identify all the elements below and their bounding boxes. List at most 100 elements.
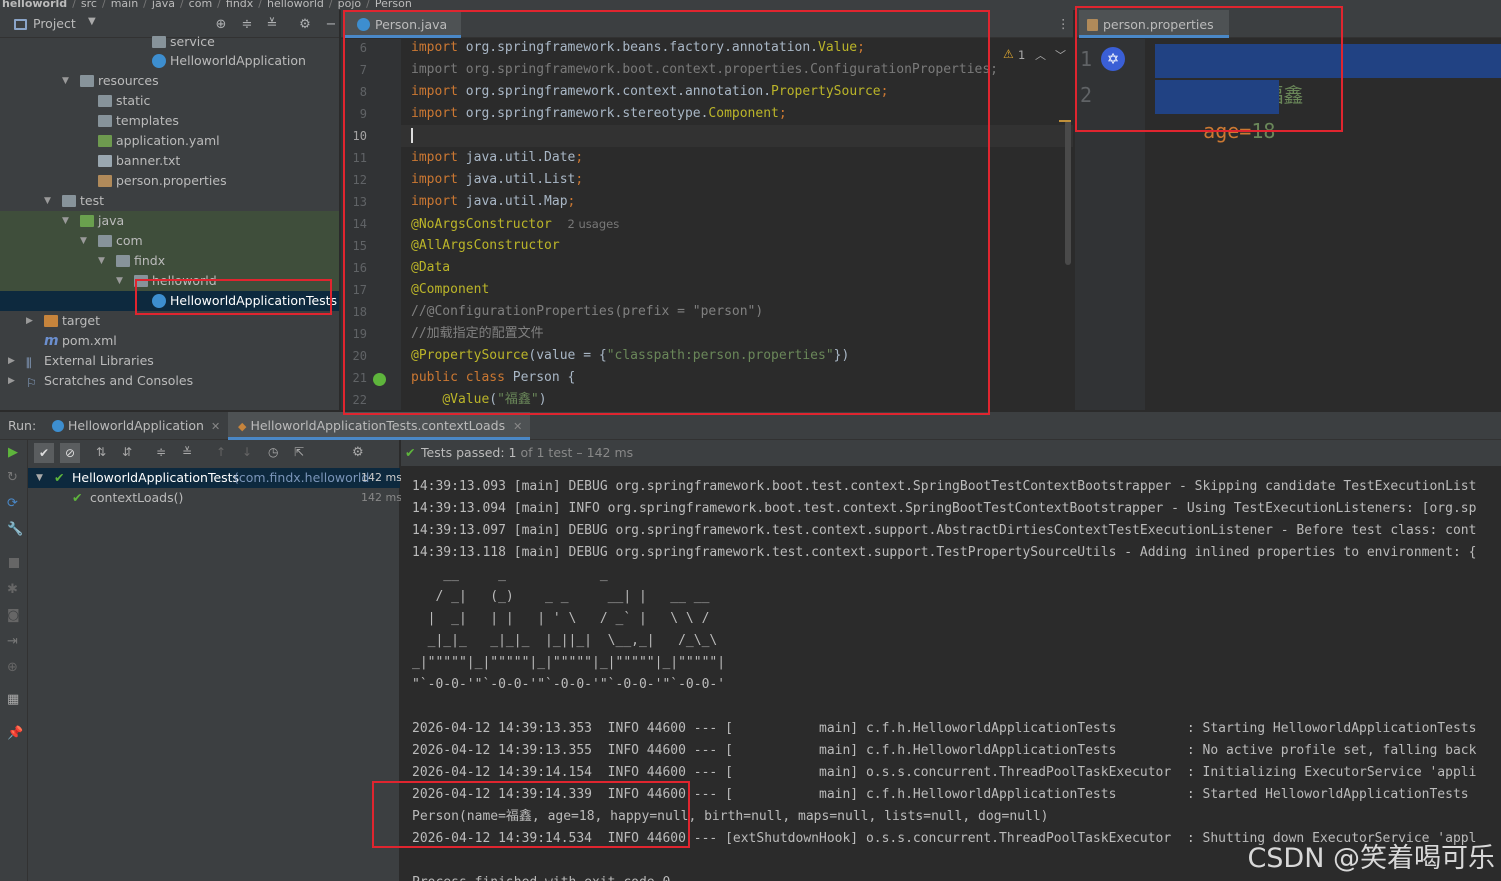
- close-icon[interactable]: ✕: [513, 420, 522, 433]
- yaml-file-icon: [98, 135, 112, 147]
- tree-item-person-properties[interactable]: person.properties: [0, 171, 339, 191]
- project-title[interactable]: Project: [33, 16, 76, 31]
- breadcrumb-item[interactable]: helloworld: [267, 0, 324, 10]
- expand-all-icon[interactable]: ≑: [240, 18, 254, 32]
- next-failed-icon[interactable]: ↓: [242, 445, 252, 459]
- chevron-down-icon[interactable]: ▼: [36, 468, 43, 488]
- console-line: Process finished with exit code 0: [412, 872, 670, 881]
- folder-icon: [80, 75, 94, 87]
- chevron-right-icon[interactable]: ▶: [8, 351, 18, 371]
- chevron-up-icon[interactable]: ︿: [1035, 47, 1046, 63]
- scratches-icon: ⚐: [26, 376, 37, 390]
- watermark: CSDN @笑着喝可乐: [1247, 843, 1495, 874]
- editor-scrollbar[interactable]: [1065, 120, 1071, 265]
- breadcrumb-item[interactable]: Person: [375, 0, 412, 10]
- tree-item-scratches[interactable]: ▶ ⚐ Scratches and Consoles: [0, 371, 339, 391]
- console-line: 14:39:13.118 [main] DEBUG org.springfram…: [412, 545, 1477, 560]
- annotation-box: [1075, 6, 1343, 132]
- export-icon[interactable]: ⇱: [294, 445, 304, 459]
- chevron-down-icon[interactable]: ▼: [62, 71, 72, 91]
- run-config-icon: [52, 420, 64, 432]
- run-tab-context-loads[interactable]: ◆ HelloworldApplicationTests.contextLoads…: [228, 412, 531, 440]
- tree-item-application-yaml[interactable]: application.yaml: [0, 131, 339, 151]
- rerun-icon[interactable]: ▶: [8, 445, 18, 460]
- tree-item-com[interactable]: ▼ com: [0, 231, 339, 251]
- gear-icon[interactable]: ⚙: [352, 445, 364, 460]
- exit-icon[interactable]: ⇥: [7, 634, 18, 649]
- tree-item-resources[interactable]: ▼ resources: [0, 71, 339, 91]
- sort-alpha-icon[interactable]: ⇅: [96, 445, 106, 459]
- rerun-failed-icon[interactable]: ↻: [7, 470, 18, 485]
- tree-item-service[interactable]: service: [0, 32, 339, 52]
- toggle-auto-test-icon[interactable]: ⟳: [7, 496, 18, 511]
- change-marker: [1059, 120, 1071, 122]
- test-row-class[interactable]: ▼ ✔ HelloworldApplicationTests (com.find…: [28, 468, 402, 488]
- console-line: 2026-04-12 14:39:13.355 INFO 44600 --- […: [412, 743, 1477, 758]
- maven-icon: m: [44, 333, 59, 349]
- chevron-down-icon[interactable]: ▼: [62, 211, 72, 231]
- banner-line: _|_|_ _|_|_ |_||_| \__,_| /_\_\: [412, 633, 718, 648]
- project-view-icon: [14, 19, 27, 30]
- libraries-icon: ⫼: [26, 356, 32, 370]
- console-line: 14:39:13.097 [main] DEBUG org.springfram…: [412, 523, 1477, 538]
- breadcrumb-item[interactable]: pojo: [338, 0, 362, 10]
- folder-icon: [152, 36, 166, 48]
- show-ignored-icon[interactable]: ⊘: [60, 443, 80, 463]
- tree-item-external-libraries[interactable]: ▶ ⫼ External Libraries: [0, 351, 339, 371]
- chevron-right-icon[interactable]: ▶: [26, 311, 36, 331]
- test-results-tree: ✔ ⊘ ⇅ ⇵ ≑ ≚ ↑ ↓ ◷ ⇱ ⚙ ▼ ✔ HelloworldAppl…: [28, 440, 402, 881]
- tree-item-java[interactable]: ▼ java: [0, 211, 339, 231]
- tree-item-test[interactable]: ▼ test: [0, 191, 339, 211]
- tree-item-banner-txt[interactable]: banner.txt: [0, 151, 339, 171]
- warning-icon[interactable]: ⚠: [1003, 47, 1014, 61]
- chevron-down-icon[interactable]: ▼: [116, 271, 126, 291]
- history-icon[interactable]: ◷: [268, 445, 278, 459]
- tree-item-helloworld-application[interactable]: HelloworldApplication: [0, 51, 339, 71]
- breadcrumb-item[interactable]: java: [152, 0, 175, 10]
- chevron-down-icon[interactable]: ﹀: [1055, 47, 1066, 63]
- pin-icon[interactable]: 📌: [7, 726, 23, 741]
- layout-icon[interactable]: ▦: [7, 692, 19, 707]
- pass-check-icon: ✔: [72, 490, 83, 505]
- camera-icon[interactable]: ◙: [7, 608, 20, 623]
- tree-item-findx[interactable]: ▼ findx: [0, 251, 339, 271]
- chevron-right-icon[interactable]: ▶: [8, 371, 18, 391]
- prev-failed-icon[interactable]: ↑: [216, 445, 226, 459]
- test-config-icon: ◆: [238, 420, 247, 433]
- chevron-down-icon[interactable]: ▼: [80, 231, 90, 251]
- package-icon: [98, 235, 112, 247]
- collapse-all-icon[interactable]: ≚: [265, 18, 279, 32]
- minimize-icon[interactable]: −: [324, 18, 338, 32]
- breadcrumb-item[interactable]: helloworld: [2, 0, 67, 10]
- expand-all-icon[interactable]: ≑: [156, 445, 166, 459]
- chevron-down-icon[interactable]: ▼: [98, 251, 108, 271]
- gear-icon[interactable]: ⚙: [298, 18, 312, 32]
- console-line: 2026-04-12 14:39:13.353 INFO 44600 --- […: [412, 721, 1477, 736]
- wrench-icon[interactable]: 🔧: [7, 522, 23, 537]
- stop-icon[interactable]: [9, 558, 19, 568]
- more-options-icon[interactable]: ⋮: [1057, 16, 1070, 31]
- project-panel: Project ▼ ⊕ ≑ ≚ ⚙ − service HelloworldAp…: [0, 10, 340, 410]
- debug-icon[interactable]: ✱: [7, 582, 18, 597]
- pass-check-icon: ✔: [54, 470, 65, 485]
- collapse-all-icon[interactable]: ≚: [182, 445, 192, 459]
- tree-item-templates[interactable]: templates: [0, 111, 339, 131]
- tree-item-static[interactable]: static: [0, 91, 339, 111]
- folder-icon: [44, 315, 58, 327]
- chevron-down-icon[interactable]: ▼: [44, 191, 54, 211]
- tree-item-pom-xml[interactable]: m pom.xml: [0, 331, 339, 351]
- tests-status: Tests passed: 1 of 1 test – 142 ms: [421, 445, 634, 460]
- show-passed-icon[interactable]: ✔: [34, 443, 54, 463]
- breadcrumb-item[interactable]: main: [111, 0, 138, 10]
- breadcrumb-item[interactable]: findx: [226, 0, 253, 10]
- annotation-box: [343, 10, 990, 415]
- sort-duration-icon[interactable]: ⇵: [122, 445, 132, 459]
- test-row-method[interactable]: ✔ contextLoads() 142 ms: [28, 488, 402, 508]
- locate-icon[interactable]: ⊕: [214, 18, 228, 32]
- close-icon[interactable]: ✕: [211, 420, 220, 433]
- run-tab-helloworld-application[interactable]: HelloworldApplication ✕: [52, 412, 220, 440]
- chevron-down-icon[interactable]: ▼: [88, 16, 96, 27]
- breadcrumb-item[interactable]: com: [189, 0, 213, 10]
- breadcrumb-item[interactable]: src: [81, 0, 97, 10]
- zoom-icon[interactable]: ⊕: [7, 660, 18, 675]
